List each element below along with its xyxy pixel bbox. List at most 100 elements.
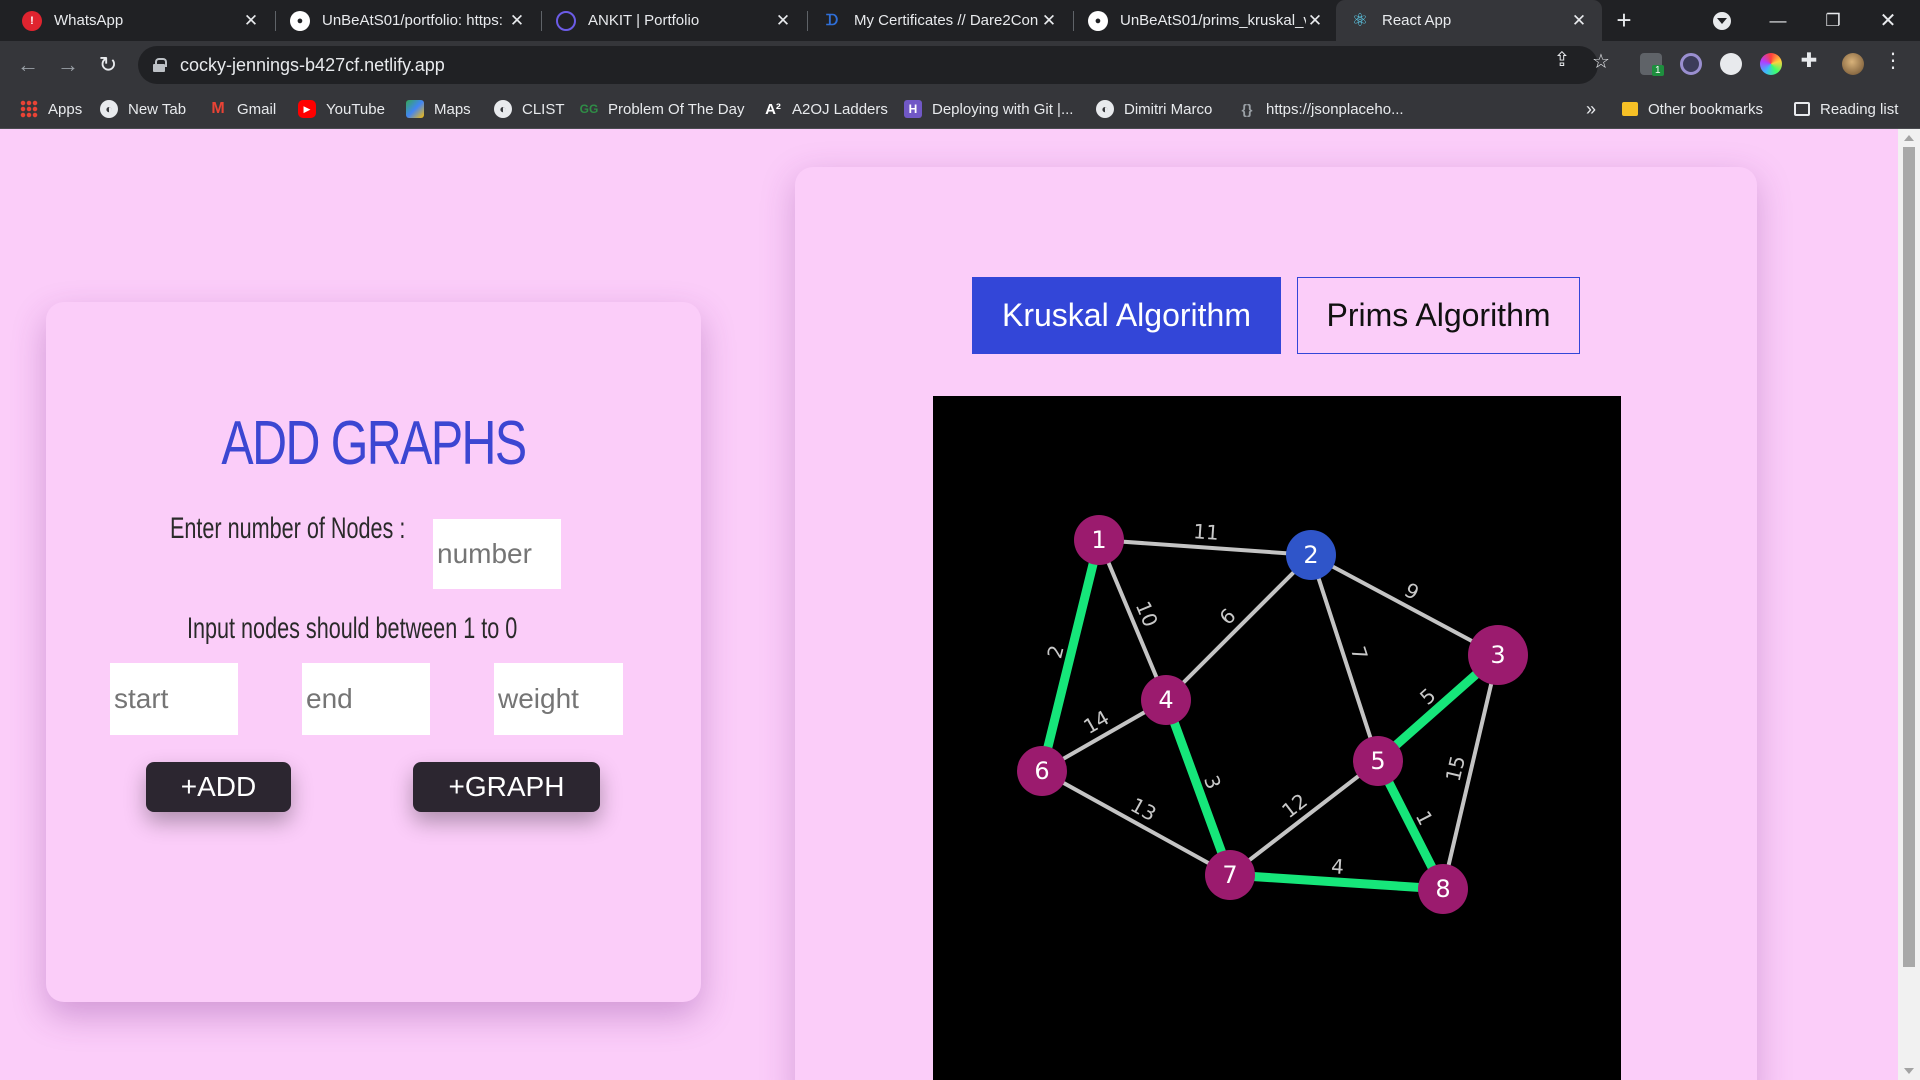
graph-node-6[interactable]: 6 [1017,746,1067,796]
bookmark-youtube[interactable]: ▶ YouTube [298,89,385,129]
github-icon: ● [290,10,310,31]
bookmark-label: CLIST [522,100,565,118]
bookmark-jsonplaceholder[interactable]: {} https://jsonplaceho... [1238,89,1404,129]
bookmark-gmail[interactable]: M Gmail [209,89,276,129]
youtube-icon: ▶ [298,100,316,118]
new-tab-button[interactable]: + [1602,0,1646,41]
graph-node-5[interactable]: 5 [1353,736,1403,786]
tab-close-icon[interactable]: ✕ [774,11,792,31]
forward-arrow-icon[interactable]: → [54,51,82,79]
share-icon[interactable]: ⇪ [1551,48,1573,71]
bookmark-deploying-with-git[interactable]: H Deploying with Git |... [904,89,1073,129]
tab-title: UnBeAtS01/prims_kruskal_v [1120,12,1306,29]
graph-node-2[interactable]: 2 [1286,530,1336,580]
browser-toolbar: ← → ↻ cocky-jennings-b427cf.netlify.app … [0,41,1920,89]
bookmark-star-icon[interactable]: ☆ [1590,50,1612,73]
graph-canvas[interactable]: 11 10 2 6 9 7 14 3 13 5 12 1 15 4 12345678 [933,396,1621,1080]
graph-node-label: 5 [1370,747,1385,775]
add-edge-button[interactable]: +ADD [146,762,291,812]
gfg-icon: GG [579,102,599,116]
add-graph-button[interactable]: +GRAPH [413,762,600,812]
edge-weight-label: 15 [1441,753,1470,783]
reading-list[interactable]: Reading list [1794,89,1898,129]
graph-node-label: 3 [1490,641,1505,669]
scroll-down-arrow-icon[interactable] [1904,1068,1914,1074]
bookmark-new-tab[interactable]: ◐ New Tab [100,89,186,129]
add-graphs-title: ADD GRAPHS [221,409,527,478]
window-close-icon[interactable]: ✕ [1866,0,1910,41]
scroll-up-arrow-icon[interactable] [1904,135,1914,141]
tab-ankit-portfolio[interactable]: ANKIT | Portfolio ✕ [542,0,806,41]
tab-portfolio-repo[interactable]: ● UnBeAtS01/portfolio: https: ✕ [276,0,540,41]
lock-icon[interactable] [152,58,167,72]
extension-icon[interactable] [1680,53,1702,75]
graph-node-3[interactable]: 3 [1468,625,1528,685]
prims-algorithm-button[interactable]: Prims Algorithm [1297,277,1580,354]
folder-icon [1622,102,1638,116]
tab-react-app[interactable]: ⚛ React App ✕ [1336,0,1602,41]
tab-title: ANKIT | Portfolio [588,12,700,29]
tab-close-icon[interactable]: ✕ [1570,11,1588,31]
bookmark-a2oj[interactable]: A² A2OJ Ladders [764,89,888,129]
heroku-icon: H [904,100,922,118]
graph-node-label: 4 [1158,686,1173,714]
back-arrow-icon[interactable]: ← [14,51,42,79]
tab-close-icon[interactable]: ✕ [508,11,526,31]
bookmark-label: Dimitri Marco [1124,100,1213,118]
graph-node-label: 8 [1435,875,1450,903]
algorithm-card: Kruskal Algorithm Prims Algorithm 11 10 2 6… [795,167,1757,1080]
edge-start-input[interactable] [110,663,238,735]
tab-search-icon[interactable] [1700,0,1744,41]
tab-close-icon[interactable]: ✕ [1040,11,1058,31]
kruskal-algorithm-button[interactable]: Kruskal Algorithm [972,277,1281,354]
tab-title: WhatsApp [54,12,124,29]
graph-node-label: 6 [1034,757,1049,785]
react-icon: ⚛ [1351,10,1369,30]
bookmarks-overflow-button[interactable]: » [1586,89,1596,129]
edge-end-input[interactable] [302,663,430,735]
minimize-icon[interactable]: — [1756,0,1800,41]
other-bookmarks[interactable]: Other bookmarks [1622,89,1763,129]
bookmark-problem-of-the-day[interactable]: GG Problem Of The Day [579,89,745,129]
avatar[interactable] [1842,53,1864,75]
bookmark-maps[interactable]: Maps [406,89,471,129]
add-graphs-card: ADD GRAPHS Enter number of Nodes : Input… [46,302,701,1002]
gmail-icon: M [211,100,225,117]
more-menu-icon[interactable]: ⋮ [1882,49,1904,72]
address-bar[interactable]: cocky-jennings-b427cf.netlify.app [138,46,1598,84]
extension-icon[interactable] [1720,53,1742,75]
tab-whatsapp[interactable]: ! WhatsApp ✕ [8,0,274,41]
graph-node-8[interactable]: 8 [1418,864,1468,914]
bookmarks-bar: Apps ◐ New Tab M Gmail ▶ YouTube Maps ◐ … [0,89,1920,129]
extensions-puzzle-icon[interactable]: ✚ [1798,49,1820,72]
address-url[interactable]: cocky-jennings-b427cf.netlify.app [180,55,445,76]
bookmark-label: https://jsonplaceho... [1266,100,1404,118]
graph-node-7[interactable]: 7 [1205,850,1255,900]
tab-prims-kruskal-repo[interactable]: ● UnBeAtS01/prims_kruskal_v ✕ [1074,0,1338,41]
edge-weight-label: 11 [1193,519,1220,545]
nodes-count-label: Enter number of Nodes : [170,512,406,545]
bookmark-label: A2OJ Ladders [792,100,888,118]
bookmark-dimitri-marco[interactable]: ◐ Dimitri Marco [1096,89,1212,129]
bookmark-clist[interactable]: ◐ CLIST [494,89,565,129]
tab-certificates[interactable]: ᗪ My Certificates // Dare2Con ✕ [808,0,1072,41]
color-picker-extension-icon[interactable] [1760,53,1782,75]
page-scrollbar[interactable] [1898,129,1920,1080]
edge-weight-input[interactable] [494,663,623,735]
nodes-count-input[interactable] [433,519,561,589]
edge-weight-label: 1 [1411,807,1438,829]
restore-icon[interactable]: ❐ [1811,0,1855,41]
graph-edge-2-4 [1164,553,1313,702]
dare2compete-icon: ᗪ [825,12,839,29]
extension-icon[interactable]: 1 [1640,53,1664,76]
tab-close-icon[interactable]: ✕ [242,11,260,31]
graph-node-4[interactable]: 4 [1141,675,1191,725]
bookmark-apps[interactable]: Apps [20,89,82,129]
other-bookmarks-label: Other bookmarks [1648,100,1764,118]
scrollbar-thumb[interactable] [1903,147,1915,967]
tab-close-icon[interactable]: ✕ [1306,11,1324,31]
reload-icon[interactable]: ↻ [94,51,122,79]
reading-list-label: Reading list [1820,100,1899,118]
graph-node-1[interactable]: 1 [1074,515,1124,565]
page-viewport: ADD GRAPHS Enter number of Nodes : Input… [0,129,1898,1080]
